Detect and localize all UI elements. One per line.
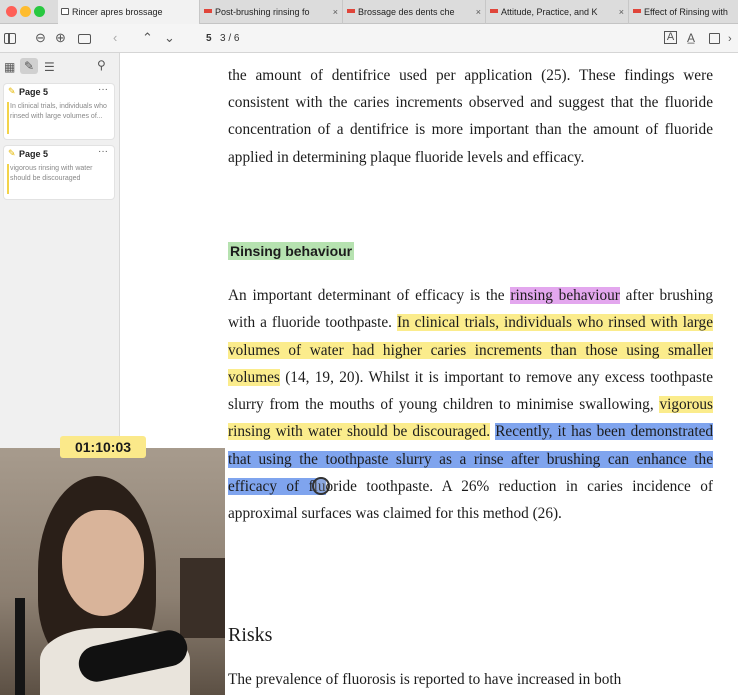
close-tab-icon[interactable]: ×: [619, 0, 624, 24]
outline-icon[interactable]: ☰: [44, 60, 55, 74]
mic-stand: [15, 598, 25, 695]
minimize-window-button[interactable]: [20, 6, 31, 17]
page-count: 3 / 6: [220, 33, 240, 44]
annotation-text: In clinical trials, individuals who rins…: [10, 103, 107, 120]
tab-brossage[interactable]: Brossage des dents che ×: [344, 0, 486, 24]
fullscreen-window-button[interactable]: [34, 6, 45, 17]
highlight-pink[interactable]: rinsing behaviour: [510, 287, 620, 304]
paragraph: The prevalence of fluorosis is reported …: [228, 671, 622, 688]
highlighter-icon: ✎: [8, 86, 16, 96]
previous-page-icon[interactable]: ⌃: [142, 30, 153, 46]
toolbar: ⊖ ⊕ ‹ ⌃ ⌄ 5 3 / 6 A A̲ ›: [0, 24, 738, 53]
tab-post-brushing[interactable]: Post-brushing rinsing fo ×: [201, 0, 343, 24]
pdf-icon: [347, 9, 355, 13]
annotation-card[interactable]: ✎ Page 5 ··· vigorous rinsing with water…: [4, 146, 114, 199]
paragraph: the amount of dentifrice used per applic…: [228, 67, 713, 166]
tab-bar: Rincer apres brossage Post-brushing rins…: [0, 0, 738, 24]
thumbnails-icon[interactable]: ▦: [4, 60, 15, 74]
close-tab-icon[interactable]: ×: [476, 0, 481, 24]
next-page-icon[interactable]: ⌄: [164, 30, 175, 46]
tab-rincer[interactable]: Rincer apres brossage: [58, 0, 200, 24]
more-icon[interactable]: ›: [728, 31, 732, 47]
tab-title: Effect of Rinsing with: [644, 7, 728, 17]
text: (14, 19, 20). Whilst it is important to …: [228, 368, 713, 414]
annotation-page: Page 5: [19, 87, 49, 97]
tab-effect-of-rinsing[interactable]: Effect of Rinsing with: [630, 0, 738, 24]
tab-title: Brossage des dents che: [358, 7, 455, 17]
zoom-out-icon[interactable]: ⊖: [35, 30, 46, 46]
highlighter-icon: ✎: [8, 148, 16, 158]
tab-title: Rincer apres brossage: [72, 7, 163, 17]
pdf-icon: [633, 9, 641, 13]
webcam-shelf: [180, 558, 225, 638]
annotation-card[interactable]: ✎ Page 5 ··· In clinical trials, individ…: [4, 84, 114, 139]
search-icon[interactable]: ⚲: [97, 58, 106, 72]
tab-title: Post-brushing rinsing fo: [215, 7, 310, 17]
note-icon[interactable]: [709, 33, 720, 44]
recording-timer: 01:10:03: [60, 436, 146, 458]
text: An important determinant of efficacy is …: [228, 287, 511, 304]
page-number[interactable]: 5: [206, 33, 212, 44]
webcam-face: [62, 510, 144, 616]
section-heading: Risks: [228, 624, 273, 646]
section-heading: Rinsing behaviour: [228, 242, 355, 260]
zoom-in-icon[interactable]: ⊕: [55, 30, 66, 46]
screenshot-icon[interactable]: [78, 34, 91, 44]
pdf-icon: [204, 9, 212, 13]
annotation-more-button[interactable]: ···: [98, 146, 108, 157]
tab-attitude[interactable]: Attitude, Practice, and K ×: [487, 0, 629, 24]
tab-title: Attitude, Practice, and K: [501, 7, 598, 17]
highlight-color-bar: [7, 164, 9, 194]
document-icon: [61, 8, 69, 15]
annotations-icon[interactable]: ✎: [20, 58, 38, 74]
back-icon[interactable]: ‹: [113, 30, 117, 46]
sidebar-toggle-icon[interactable]: [4, 33, 16, 44]
annotation-text: vigorous rinsing with water should be di…: [10, 165, 93, 182]
highlight-color-bar: [7, 102, 9, 134]
text-box-icon[interactable]: A: [664, 31, 677, 44]
annotation-more-button[interactable]: ···: [98, 84, 108, 95]
paragraph: An important determinant of efficacy is …: [228, 282, 714, 528]
highlight-text-icon[interactable]: A̲: [687, 30, 695, 46]
webcam-overlay: [0, 448, 225, 695]
pdf-icon: [490, 9, 498, 13]
annotation-page: Page 5: [19, 149, 49, 159]
close-window-button[interactable]: [6, 6, 17, 17]
close-tab-icon[interactable]: ×: [333, 0, 338, 24]
